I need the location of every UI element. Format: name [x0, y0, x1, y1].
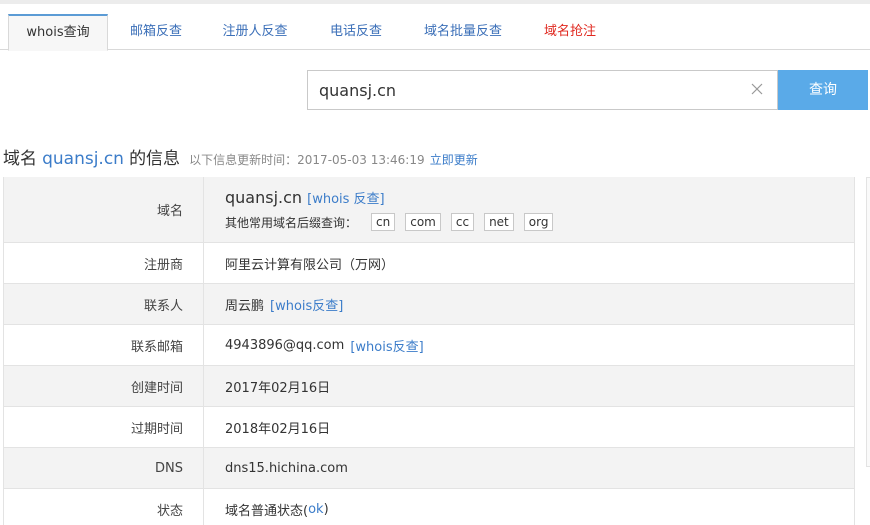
- heading-suffix: 的信息: [129, 149, 181, 169]
- tab-bar: whois查询 邮箱反查 注册人反查 电话反查 域名批量反查 域名抢注: [0, 14, 870, 51]
- whois-table: 域名 quansj.cn [whois 反查] 其他常用域名后缀查询： cn c…: [3, 177, 855, 525]
- table-row-dns: DNS dns15.hichina.com: [4, 448, 854, 489]
- tab-phone-reverse[interactable]: 电话反查: [315, 14, 397, 50]
- row-value-domain: quansj.cn [whois 反查] 其他常用域名后缀查询： cn com …: [205, 177, 854, 242]
- suffix-cn[interactable]: cn: [371, 213, 396, 231]
- tab-email-reverse[interactable]: 邮箱反查: [112, 14, 200, 50]
- status-suffix: ): [323, 501, 329, 517]
- tab-batch-reverse[interactable]: 域名批量反查: [408, 14, 518, 50]
- row-label-status: 状态: [4, 489, 204, 525]
- suffix-net[interactable]: net: [484, 213, 514, 231]
- tab-registrant-reverse[interactable]: 注册人反查: [210, 14, 300, 50]
- heading-prefix: 域名: [3, 149, 37, 169]
- table-row-status: 状态 域名普通状态(ok): [4, 489, 854, 525]
- row-label-created: 创建时间: [4, 366, 204, 406]
- table-row-domain: 域名 quansj.cn [whois 反查] 其他常用域名后缀查询： cn c…: [4, 177, 854, 243]
- row-label-email: 联系邮箱: [4, 325, 204, 365]
- heading-domain: quansj.cn: [42, 149, 124, 169]
- row-value-expires: 2018年02月16日: [225, 421, 331, 437]
- row-label-registrar: 注册商: [4, 243, 204, 283]
- row-value-email: 4943896@qq.com [whois反查]: [205, 325, 854, 365]
- email-value: 4943896@qq.com: [225, 337, 345, 353]
- update-time: 以下信息更新时间：2017-05-03 13:46:19: [189, 153, 425, 167]
- table-row-created: 创建时间 2017年02月16日: [4, 366, 854, 407]
- suffix-com[interactable]: com: [405, 213, 441, 231]
- row-value-created: 2017年02月16日: [225, 380, 331, 396]
- page-title: 域名 quansj.cn 的信息 以下信息更新时间：2017-05-03 13:…: [3, 144, 478, 170]
- status-ok-link[interactable]: ok: [308, 502, 323, 517]
- suffix-prompt: 其他常用域名后缀查询：: [225, 215, 358, 230]
- side-panel-edge: [866, 177, 870, 467]
- row-value-registrar: 阿里云计算有限公司（万网）: [225, 257, 395, 273]
- refresh-link[interactable]: 立即更新: [430, 153, 478, 167]
- suffix-cc[interactable]: cc: [450, 213, 475, 231]
- top-border: [0, 0, 870, 4]
- row-value-dns: dns15.hichina.com: [225, 460, 348, 476]
- search-input[interactable]: [308, 71, 738, 109]
- table-row-registrar: 注册商 阿里云计算有限公司（万网）: [4, 243, 854, 284]
- table-row-email: 联系邮箱 4943896@qq.com [whois反查]: [4, 325, 854, 366]
- contact-whois-reverse-link[interactable]: [whois反查]: [270, 295, 343, 314]
- email-whois-reverse-link[interactable]: [whois反查]: [350, 336, 423, 355]
- suffix-line: 其他常用域名后缀查询： cn com cc net org: [225, 213, 563, 231]
- row-label-expires: 过期时间: [4, 407, 204, 447]
- domain-whois-reverse-link[interactable]: [whois 反查]: [307, 192, 385, 207]
- tab-whois[interactable]: whois查询: [8, 14, 108, 51]
- tab-domain-snap[interactable]: 域名抢注: [530, 14, 610, 50]
- row-value-contact: 周云鹏 [whois反查]: [205, 284, 854, 324]
- row-label-domain: 域名: [4, 177, 204, 242]
- search-box: [307, 70, 778, 110]
- contact-value: 周云鹏: [225, 298, 265, 314]
- row-label-dns: DNS: [4, 448, 204, 488]
- table-row-contact: 联系人 周云鹏 [whois反查]: [4, 284, 854, 325]
- search-button[interactable]: 查询: [778, 70, 868, 110]
- close-icon[interactable]: [749, 81, 765, 97]
- suffix-org[interactable]: org: [523, 213, 554, 231]
- row-value-status: 域名普通状态(ok): [205, 489, 854, 525]
- row-label-contact: 联系人: [4, 284, 204, 324]
- status-prefix: 域名普通状态(: [225, 503, 309, 519]
- table-row-expires: 过期时间 2018年02月16日: [4, 407, 854, 448]
- domain-value: quansj.cn: [225, 188, 303, 207]
